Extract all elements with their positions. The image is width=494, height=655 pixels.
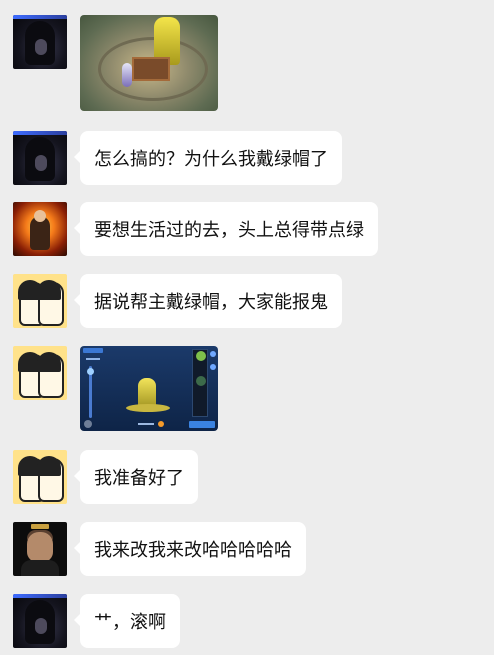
message-bubble[interactable]: 要想生活过的去，头上总得带点绿 [74,202,378,256]
avatar[interactable] [13,131,67,185]
image-message[interactable] [80,15,218,111]
message-bubble[interactable]: 我来改我来改哈哈哈哈哈 [74,522,306,576]
avatar[interactable] [13,594,67,648]
avatar[interactable] [13,15,67,69]
message-bubble[interactable]: 我准备好了 [74,450,198,504]
avatar[interactable] [13,346,67,400]
avatar[interactable] [13,450,67,504]
message-bubble[interactable]: 怎么搞的？为什么我戴绿帽了 [74,131,342,185]
message-bubble[interactable]: 据说帮主戴绿帽，大家能报鬼 [74,274,342,328]
avatar[interactable] [13,522,67,576]
avatar[interactable] [13,274,67,328]
image-message[interactable] [80,346,218,431]
message-bubble[interactable]: 艹，滚啊 [74,594,180,648]
avatar[interactable] [13,202,67,256]
